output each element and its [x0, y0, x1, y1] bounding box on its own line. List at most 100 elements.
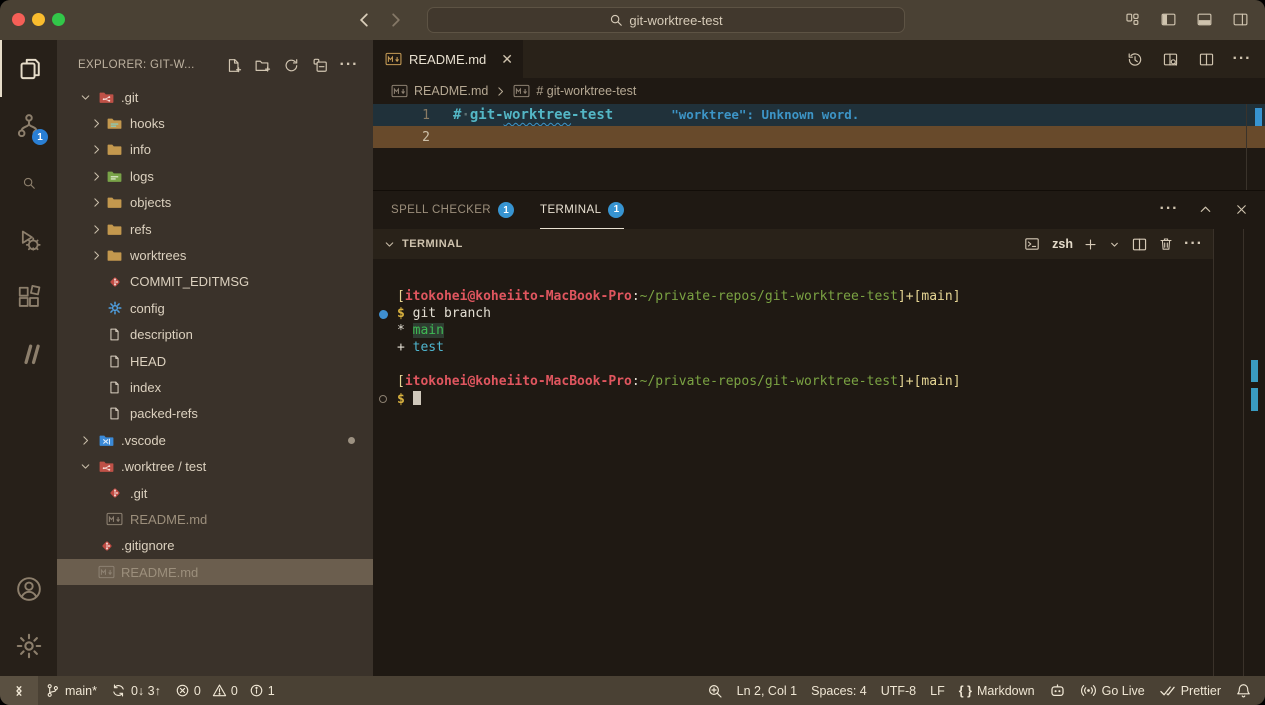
chevron-right-icon[interactable]	[88, 221, 104, 237]
chevron-right-icon[interactable]	[77, 432, 93, 448]
status-encoding[interactable]: UTF-8	[874, 676, 923, 705]
activity-custom-extension-icon[interactable]	[0, 325, 57, 382]
tree-item-label: README.md	[121, 565, 198, 580]
status-notifications[interactable]	[1228, 676, 1259, 705]
breadcrumb-symbol[interactable]: # git-worktree-test	[536, 84, 636, 98]
code-area[interactable]: 1#·git-worktree-test"worktree": Unknown …	[373, 104, 1265, 148]
status-label: Go Live	[1102, 684, 1145, 698]
status-screencast-zoom[interactable]	[700, 676, 730, 705]
tree-item--vscode[interactable]: .vscode	[57, 427, 373, 453]
tree-item-packed-refs[interactable]: packed-refs	[57, 401, 373, 427]
open-preview-icon[interactable]	[1159, 48, 1181, 70]
timeline-history-icon[interactable]	[1123, 48, 1145, 70]
panel-tab-terminal[interactable]: TERMINAL1	[540, 191, 624, 229]
split-editor-icon[interactable]	[1195, 48, 1217, 70]
minimize-window-button[interactable]	[32, 13, 45, 26]
zoom-window-button[interactable]	[52, 13, 65, 26]
panel-more-icon[interactable]: ···	[1159, 199, 1179, 219]
spellcheck-hint: "worktree": Unknown word.	[671, 107, 859, 122]
new-file-icon[interactable]	[223, 55, 243, 75]
chevron-right-icon[interactable]	[88, 116, 104, 132]
command-success-decoration[interactable]	[379, 309, 390, 320]
status-label: main*	[65, 684, 97, 698]
status-branch[interactable]: main*	[38, 676, 104, 705]
status-eol[interactable]: LF	[923, 676, 952, 705]
problems-status[interactable]: 001	[168, 676, 288, 705]
activity-run-debug-icon[interactable]	[0, 211, 57, 268]
close-panel-icon[interactable]	[1231, 199, 1251, 219]
close-tab-icon[interactable]: ✕	[501, 51, 513, 68]
tree-item-description[interactable]: description	[57, 322, 373, 348]
markdown-icon	[385, 52, 402, 66]
tree-item--git[interactable]: .git	[57, 480, 373, 506]
refresh-explorer-icon[interactable]	[281, 55, 301, 75]
command-center-search[interactable]: git-worktree-test	[427, 7, 905, 33]
status-go-live[interactable]: Go Live	[1073, 676, 1152, 705]
tree-item-label: worktrees	[130, 248, 186, 263]
tree-item--worktree-test[interactable]: .worktree / test	[57, 453, 373, 479]
tree-item-index[interactable]: index	[57, 374, 373, 400]
tree-item-worktrees[interactable]: worktrees	[57, 242, 373, 268]
panel-tab-spell-checker[interactable]: SPELL CHECKER1	[391, 191, 514, 229]
status-cursor-position[interactable]: Ln 2, Col 1	[730, 676, 804, 705]
activity-settings-icon[interactable]	[0, 617, 57, 674]
terminal-output[interactable]: [itokohei@koheiito-MacBook-Pro:~/private…	[373, 259, 1213, 677]
status-indentation[interactable]: Spaces: 4	[804, 676, 874, 705]
toggle-primary-sidebar-icon[interactable]	[1157, 8, 1179, 30]
new-folder-icon[interactable]	[252, 55, 272, 75]
tree-item-readme-md[interactable]: README.md	[57, 506, 373, 532]
chevron-right-icon[interactable]	[88, 168, 104, 184]
status-language-mode[interactable]: { }Markdown	[952, 676, 1042, 705]
activity-extensions-icon[interactable]	[0, 268, 57, 325]
more-actions-icon[interactable]: ···	[1231, 48, 1253, 70]
chevron-right-icon[interactable]	[88, 248, 104, 264]
toggle-secondary-sidebar-icon[interactable]	[1229, 8, 1251, 30]
collapsed-panel-view-b[interactable]	[1243, 229, 1265, 677]
tree-item-logs[interactable]: logs	[57, 163, 373, 189]
status-sync[interactable]: 0↓ 3↑	[104, 676, 168, 705]
new-terminal-icon[interactable]	[1083, 237, 1098, 252]
file-plain-icon	[106, 405, 123, 422]
tree-item-info[interactable]: info	[57, 137, 373, 163]
terminal-more-icon[interactable]: ···	[1184, 235, 1203, 253]
back-icon[interactable]	[352, 8, 376, 32]
tab-readme[interactable]: README.md ✕	[373, 40, 523, 78]
tree-item-readme-md[interactable]: README.md	[57, 559, 373, 585]
tree-item-config[interactable]: config	[57, 295, 373, 321]
status-prettier[interactable]: Prettier	[1152, 676, 1228, 705]
command-pending-decoration[interactable]	[379, 394, 390, 405]
activity-accounts-icon[interactable]	[0, 560, 57, 617]
tree-item-hooks[interactable]: hooks	[57, 110, 373, 136]
activity-explorer-icon[interactable]	[0, 40, 57, 97]
status-copilot[interactable]	[1042, 676, 1073, 705]
split-terminal-icon[interactable]	[1131, 236, 1148, 253]
views-and-more-icon[interactable]: ···	[339, 55, 359, 75]
remote-indicator[interactable]	[0, 676, 38, 705]
maximize-panel-icon[interactable]	[1195, 199, 1215, 219]
activity-source-control-icon[interactable]: 1	[0, 97, 57, 154]
toggle-panel-icon[interactable]	[1193, 8, 1215, 30]
chevron-right-icon[interactable]	[88, 195, 104, 211]
tree-item-objects[interactable]: objects	[57, 190, 373, 216]
tree-item-head[interactable]: HEAD	[57, 348, 373, 374]
forward-icon[interactable]	[384, 8, 408, 32]
customize-layout-icon[interactable]	[1121, 8, 1143, 30]
chevron-down-icon[interactable]	[77, 459, 93, 475]
tree-item--git[interactable]: .git	[57, 84, 373, 110]
kill-terminal-icon[interactable]	[1158, 236, 1174, 252]
collapsed-panel-view-a[interactable]	[1213, 229, 1243, 677]
editor-area[interactable]: README.md ✕ ··· README.md # git-worktree…	[373, 40, 1265, 190]
breadcrumb-file[interactable]: README.md	[414, 84, 488, 98]
tree-item-refs[interactable]: refs	[57, 216, 373, 242]
activity-search-icon[interactable]	[0, 154, 57, 211]
tree-item-commit-editmsg[interactable]: COMMIT_EDITMSG	[57, 269, 373, 295]
close-window-button[interactable]	[12, 13, 25, 26]
chevron-down-icon[interactable]	[383, 238, 396, 251]
collapse-folders-icon[interactable]	[310, 55, 330, 75]
tree-item-label: hooks	[130, 116, 165, 131]
chevron-down-icon[interactable]	[77, 89, 93, 105]
modified-dot	[348, 437, 355, 444]
launch-profile-icon[interactable]	[1108, 238, 1121, 251]
chevron-right-icon[interactable]	[88, 142, 104, 158]
tree-item--gitignore[interactable]: .gitignore	[57, 533, 373, 559]
